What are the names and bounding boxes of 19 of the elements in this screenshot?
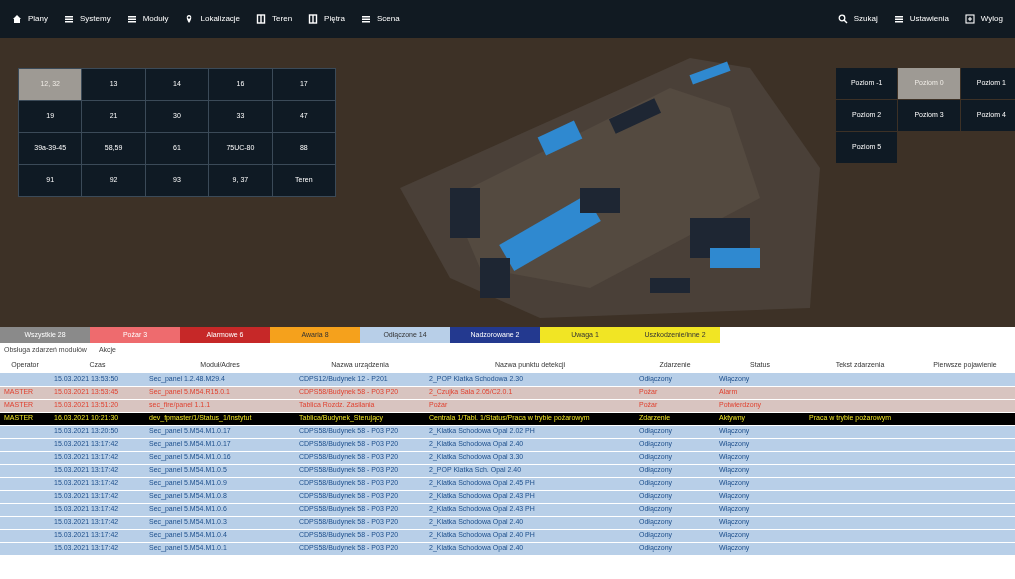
search-icon <box>837 14 848 24</box>
door-icon <box>308 14 319 24</box>
nav-link[interactable]: Teren <box>256 13 293 25</box>
list-icon <box>126 14 137 24</box>
list-icon <box>893 14 904 24</box>
door-icon <box>256 14 267 24</box>
list-icon <box>64 14 74 24</box>
nav-link[interactable]: Systemy <box>64 13 111 25</box>
logout-icon <box>964 14 975 24</box>
nav-link[interactable]: Wylog <box>964 13 1003 25</box>
nav-link[interactable]: Scena <box>361 13 400 25</box>
nav-link[interactable]: Lokalizacje <box>184 13 241 25</box>
nav-link[interactable]: Piętra <box>308 13 345 25</box>
nav-link[interactable]: Szukaj <box>837 13 878 25</box>
home-icon <box>12 14 22 24</box>
list-icon <box>361 14 371 24</box>
nav-link[interactable]: Moduły <box>126 13 169 25</box>
nav-link[interactable]: Ustawienia <box>893 13 949 25</box>
nav-link[interactable]: Plany <box>12 13 48 25</box>
